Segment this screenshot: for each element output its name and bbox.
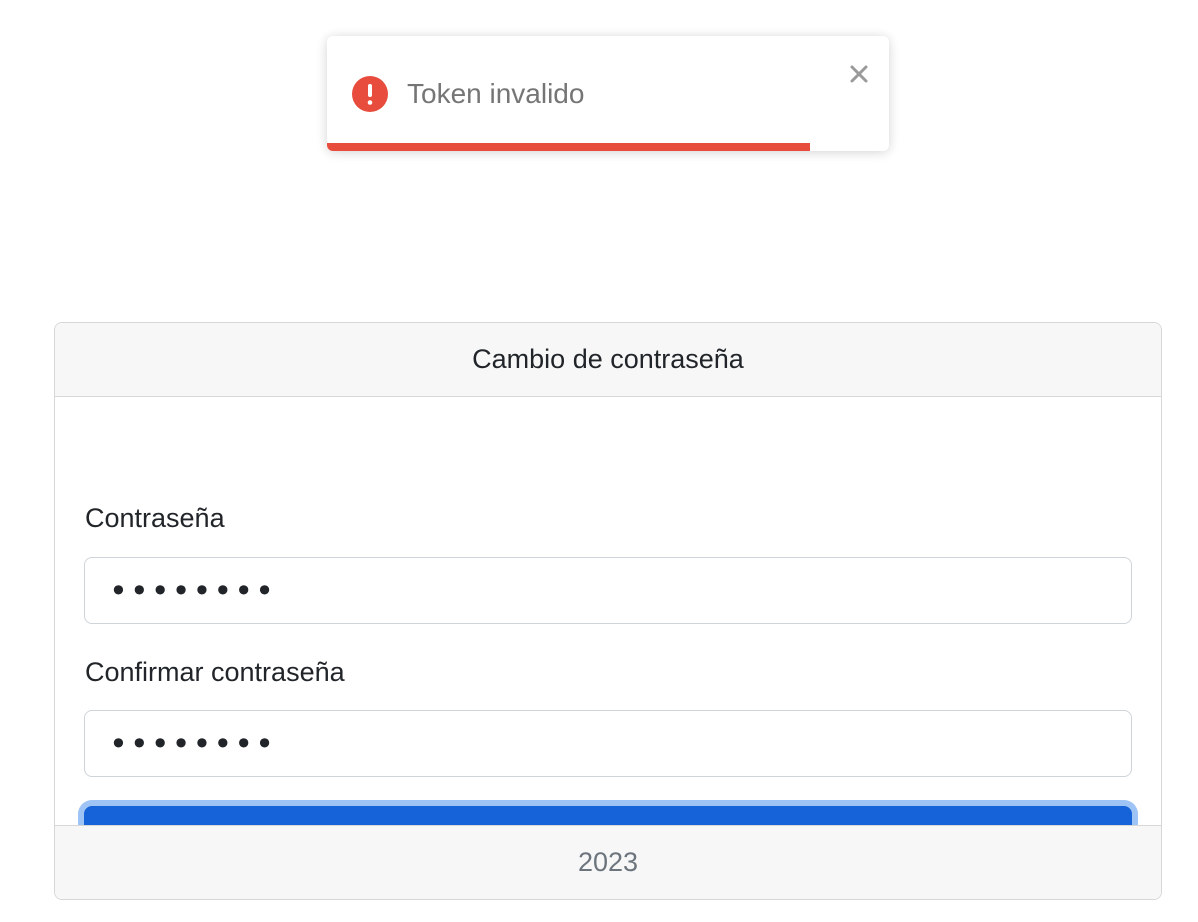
toast-progress-bar xyxy=(327,143,811,151)
error-exclamation-icon xyxy=(352,76,388,112)
toast-message: Token invalido xyxy=(407,78,585,109)
confirm-password-label: Confirmar contraseña xyxy=(85,657,345,687)
card-body: Contraseña •••••••• Confirmar contraseña… xyxy=(55,397,1161,873)
error-toast: Token invalido xyxy=(327,36,889,151)
card-title: Cambio de contraseña xyxy=(55,323,1161,397)
password-field[interactable]: •••••••• xyxy=(84,557,1132,624)
password-change-card: Cambio de contraseña Contraseña ••••••••… xyxy=(54,322,1162,900)
close-icon[interactable] xyxy=(845,60,873,88)
card-footer: 2023 xyxy=(55,825,1161,899)
password-label: Contraseña xyxy=(85,503,225,533)
confirm-password-field[interactable]: •••••••• xyxy=(84,710,1132,777)
